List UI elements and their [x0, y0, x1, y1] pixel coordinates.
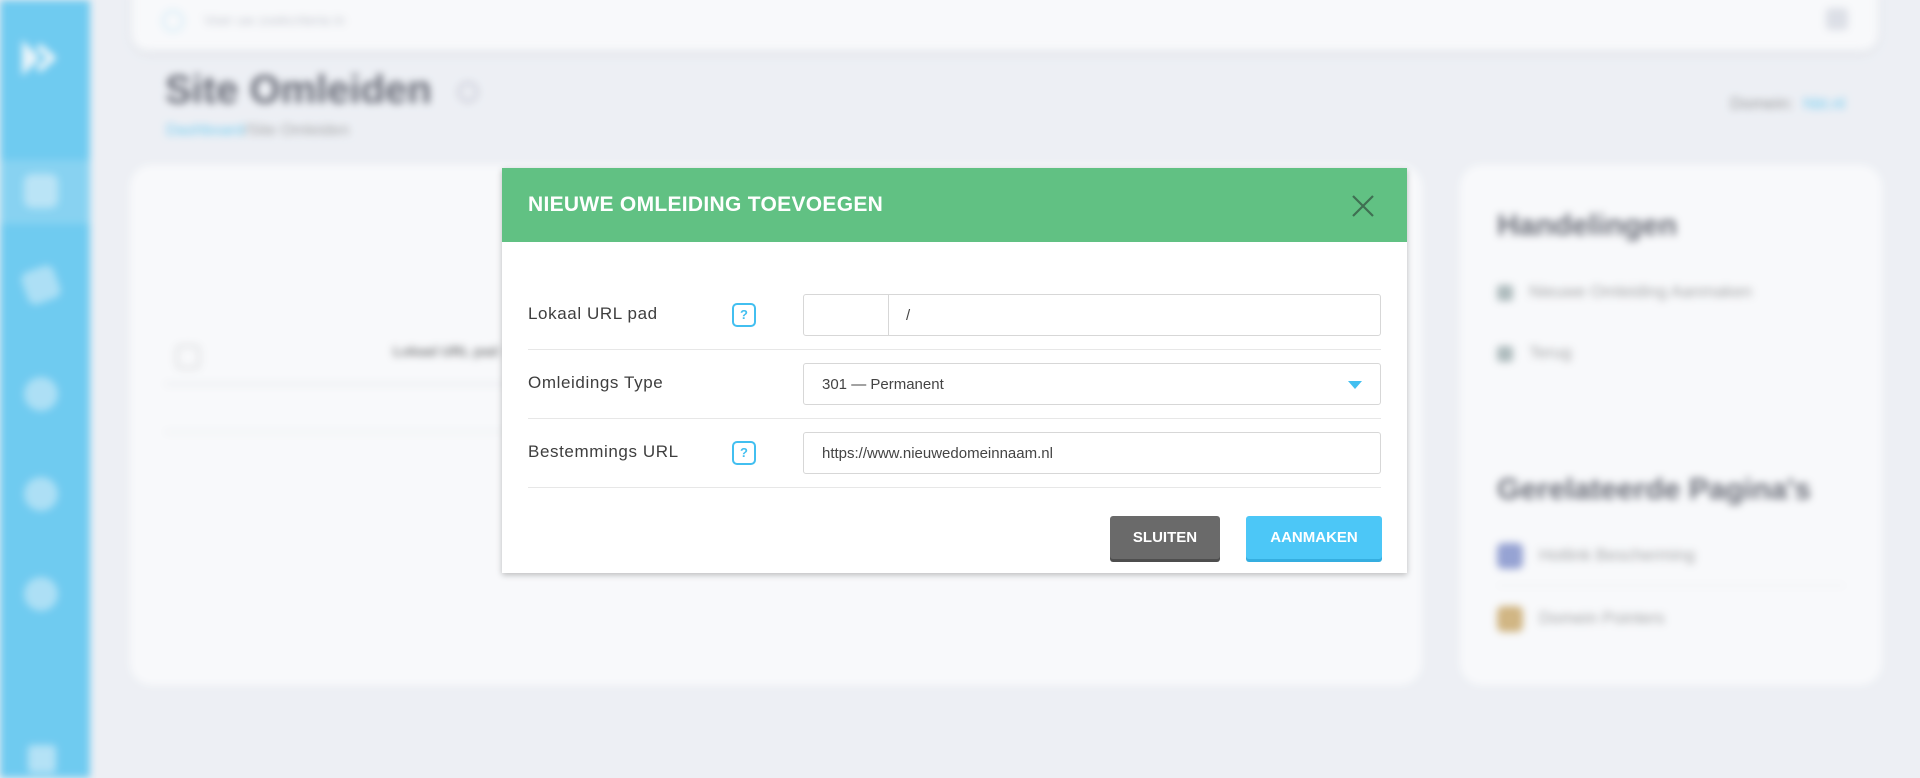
redirect-type-select[interactable]: 301 — Permanent	[803, 363, 1381, 405]
chevron-down-icon	[1348, 381, 1362, 389]
redirect-type-label: Omleidings Type	[528, 373, 664, 392]
modal-title: NIEUWE OMLEIDING TOEVOEGEN	[528, 193, 884, 216]
help-icon[interactable]: ?	[732, 441, 756, 465]
destination-label: Bestemmings URL	[528, 442, 679, 461]
redirect-type-value: 301 — Permanent	[822, 376, 944, 393]
close-icon[interactable]	[1349, 192, 1377, 220]
local-path-row: Lokaal URL pad ? /	[528, 281, 1381, 350]
modal-header: NIEUWE OMLEIDING TOEVOEGEN	[502, 168, 1407, 242]
create-button[interactable]: AANMAKEN	[1246, 516, 1382, 559]
destination-row: Bestemmings URL ? https://www.nieuwedome…	[528, 419, 1381, 488]
local-path-input[interactable]: /	[803, 294, 1381, 336]
local-path-value: /	[906, 307, 911, 324]
local-path-label: Lokaal URL pad	[528, 304, 658, 323]
destination-url-input[interactable]: https://www.nieuwedomeinnaam.nl	[803, 432, 1381, 474]
close-button[interactable]: SLUITEN	[1110, 516, 1220, 559]
redirect-type-row: Omleidings Type 301 — Permanent	[528, 350, 1381, 419]
add-redirect-modal: NIEUWE OMLEIDING TOEVOEGEN Lokaal URL pa…	[502, 168, 1407, 573]
help-icon[interactable]: ?	[732, 303, 756, 327]
destination-url-value: https://www.nieuwedomeinnaam.nl	[822, 445, 1053, 462]
local-path-prefix	[804, 295, 889, 335]
